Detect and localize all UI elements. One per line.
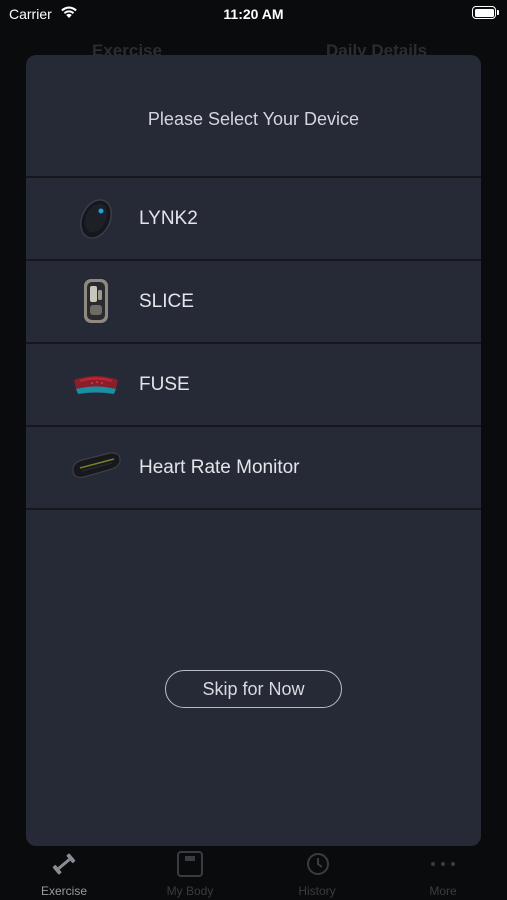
scale-icon xyxy=(177,851,203,877)
modal-title: Please Select Your Device xyxy=(147,109,360,129)
tab-history[interactable]: History xyxy=(267,846,367,900)
device-list: LYNK2 SLICE FUSE Heart Rate Monitor xyxy=(26,176,481,510)
status-time: 11:20 AM xyxy=(223,6,284,22)
device-name: FUSE xyxy=(139,374,190,395)
device-name: LYNK2 xyxy=(139,208,198,229)
status-bar: Carrier 11:20 AM xyxy=(0,0,507,30)
device-row-heart-rate-monitor[interactable]: Heart Rate Monitor xyxy=(26,427,481,510)
device-name: SLICE xyxy=(139,291,194,312)
slice-device-icon xyxy=(70,275,122,327)
heart-rate-monitor-icon xyxy=(70,441,122,493)
fuse-device-icon xyxy=(70,358,122,410)
device-row-fuse[interactable]: FUSE xyxy=(26,344,481,427)
device-name: Heart Rate Monitor xyxy=(139,457,300,478)
device-select-modal: Please Select Your Device LYNK2 SLICE FU… xyxy=(26,55,481,846)
tab-label: More xyxy=(429,884,457,898)
dumbbell-icon xyxy=(52,853,76,875)
history-icon xyxy=(307,853,329,875)
tab-bar: Exercise My Body History More xyxy=(0,846,507,900)
battery-icon xyxy=(472,6,499,19)
tab-label: My Body xyxy=(166,884,214,898)
device-row-slice[interactable]: SLICE xyxy=(26,261,481,344)
tab-more[interactable]: More xyxy=(393,846,493,900)
tab-exercise[interactable]: Exercise xyxy=(14,846,114,900)
tab-my-body[interactable]: My Body xyxy=(140,846,240,900)
tab-label: Exercise xyxy=(40,884,87,898)
skip-for-now-button[interactable]: Skip for Now xyxy=(165,670,342,708)
more-dots-icon xyxy=(431,862,455,866)
device-row-lynk2[interactable]: LYNK2 xyxy=(26,178,481,261)
lynk2-device-icon xyxy=(70,192,122,244)
tab-label: History xyxy=(298,884,336,898)
